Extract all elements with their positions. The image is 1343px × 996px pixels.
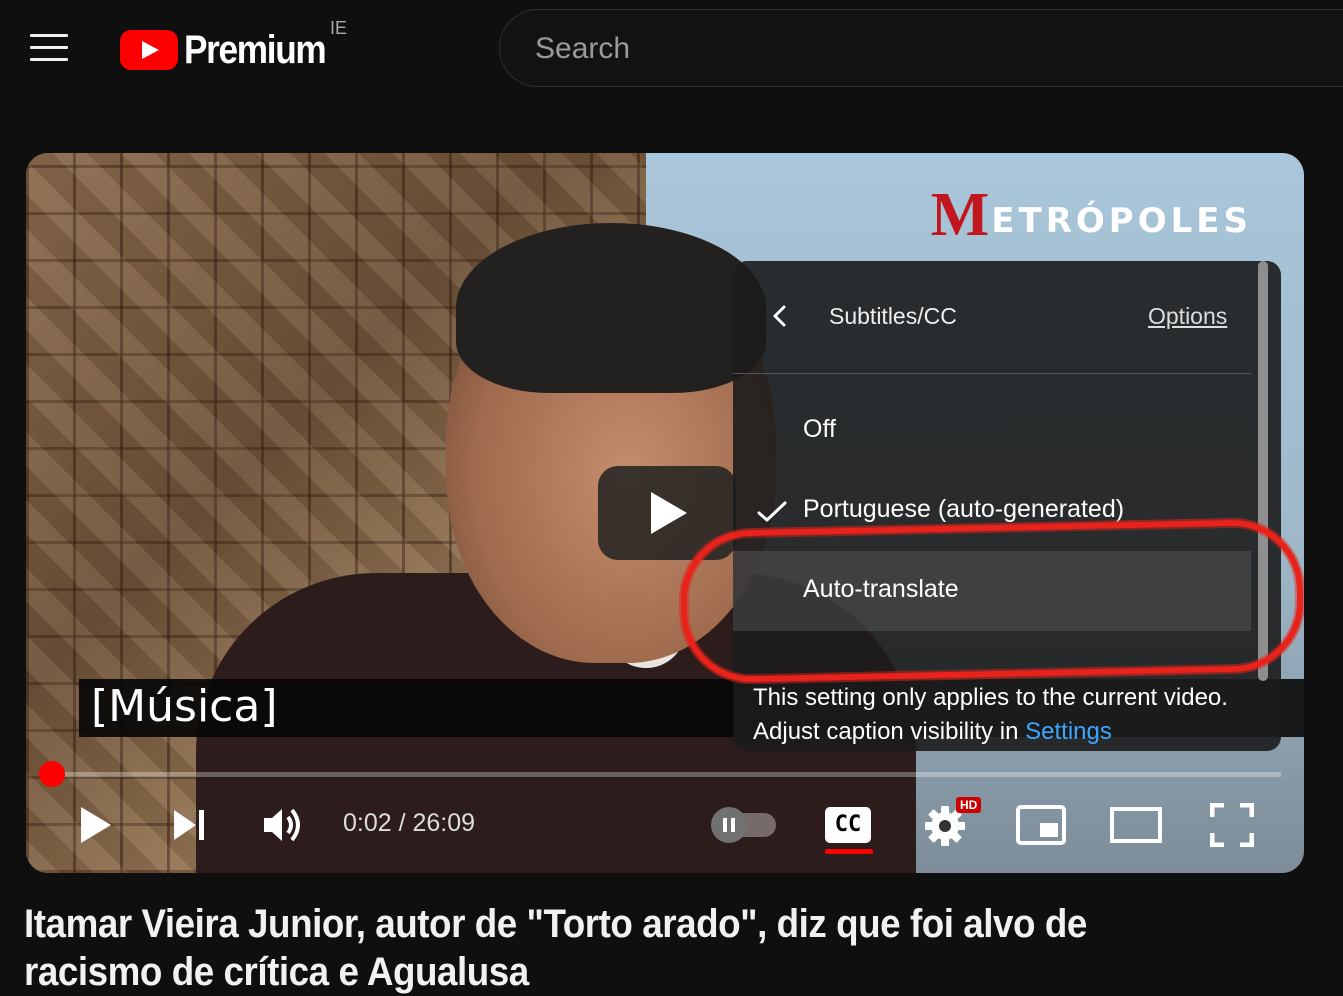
caption-window: [Música] bbox=[79, 679, 739, 737]
subtitles-info-text: This setting only applies to the current… bbox=[753, 681, 1273, 749]
subtitles-menu-title: Subtitles/CC bbox=[829, 303, 957, 329]
cc-active-indicator bbox=[825, 849, 873, 854]
search-box[interactable] bbox=[499, 9, 1343, 87]
play-icon[interactable] bbox=[78, 805, 114, 845]
theater-mode-icon[interactable] bbox=[1110, 807, 1162, 843]
watermark-rest: ETRÓPOLES bbox=[991, 200, 1252, 241]
red-highlight-annotation bbox=[679, 518, 1304, 684]
progress-scrubber[interactable] bbox=[39, 761, 65, 787]
subtitles-options-link[interactable]: Options bbox=[1148, 303, 1227, 330]
fullscreen-icon[interactable] bbox=[1210, 803, 1254, 847]
caption-text: [Música] bbox=[91, 681, 278, 732]
logo-text: Premium bbox=[184, 27, 327, 72]
hamburger-line bbox=[30, 46, 68, 49]
video-player[interactable]: M ETRÓPOLES [Música] Subtitles/CC Option… bbox=[26, 153, 1304, 873]
volume-icon[interactable] bbox=[262, 805, 304, 845]
video-title[interactable]: Itamar Vieira Junior, autor de "Torto ar… bbox=[24, 900, 1220, 996]
hamburger-line bbox=[30, 58, 68, 61]
subtitles-menu-header: Subtitles/CC Options bbox=[733, 261, 1251, 374]
cc-icon[interactable]: CC bbox=[825, 807, 871, 843]
progress-bar[interactable] bbox=[50, 772, 1281, 777]
hd-badge: HD bbox=[956, 797, 982, 813]
video-frame-hair bbox=[456, 223, 766, 393]
youtube-premium-logo[interactable]: Premium bbox=[120, 26, 345, 74]
skip-next-icon[interactable] bbox=[172, 807, 208, 843]
settings-link[interactable]: Settings bbox=[1025, 718, 1112, 745]
subtitle-option-off[interactable]: Off bbox=[733, 391, 1251, 471]
menu-button[interactable] bbox=[30, 34, 68, 62]
subtitle-option-label: Off bbox=[803, 415, 836, 443]
miniplayer-icon[interactable] bbox=[1016, 805, 1066, 845]
checkmark-icon bbox=[757, 501, 787, 522]
chevron-left-icon[interactable] bbox=[769, 305, 791, 327]
search-input[interactable] bbox=[533, 28, 1137, 70]
watermark-first-letter: M bbox=[930, 181, 990, 249]
country-code: IE bbox=[330, 18, 348, 38]
youtube-play-logo-icon bbox=[120, 30, 178, 70]
time-display: 0:02 / 26:09 bbox=[343, 809, 476, 837]
autoplay-toggle-icon[interactable] bbox=[711, 807, 747, 843]
subtitle-option-label: Portuguese (auto-generated) bbox=[803, 495, 1125, 523]
info-text: This setting only applies to the current… bbox=[753, 684, 1228, 745]
hamburger-line bbox=[30, 34, 68, 37]
channel-watermark: M ETRÓPOLES bbox=[930, 181, 1252, 249]
